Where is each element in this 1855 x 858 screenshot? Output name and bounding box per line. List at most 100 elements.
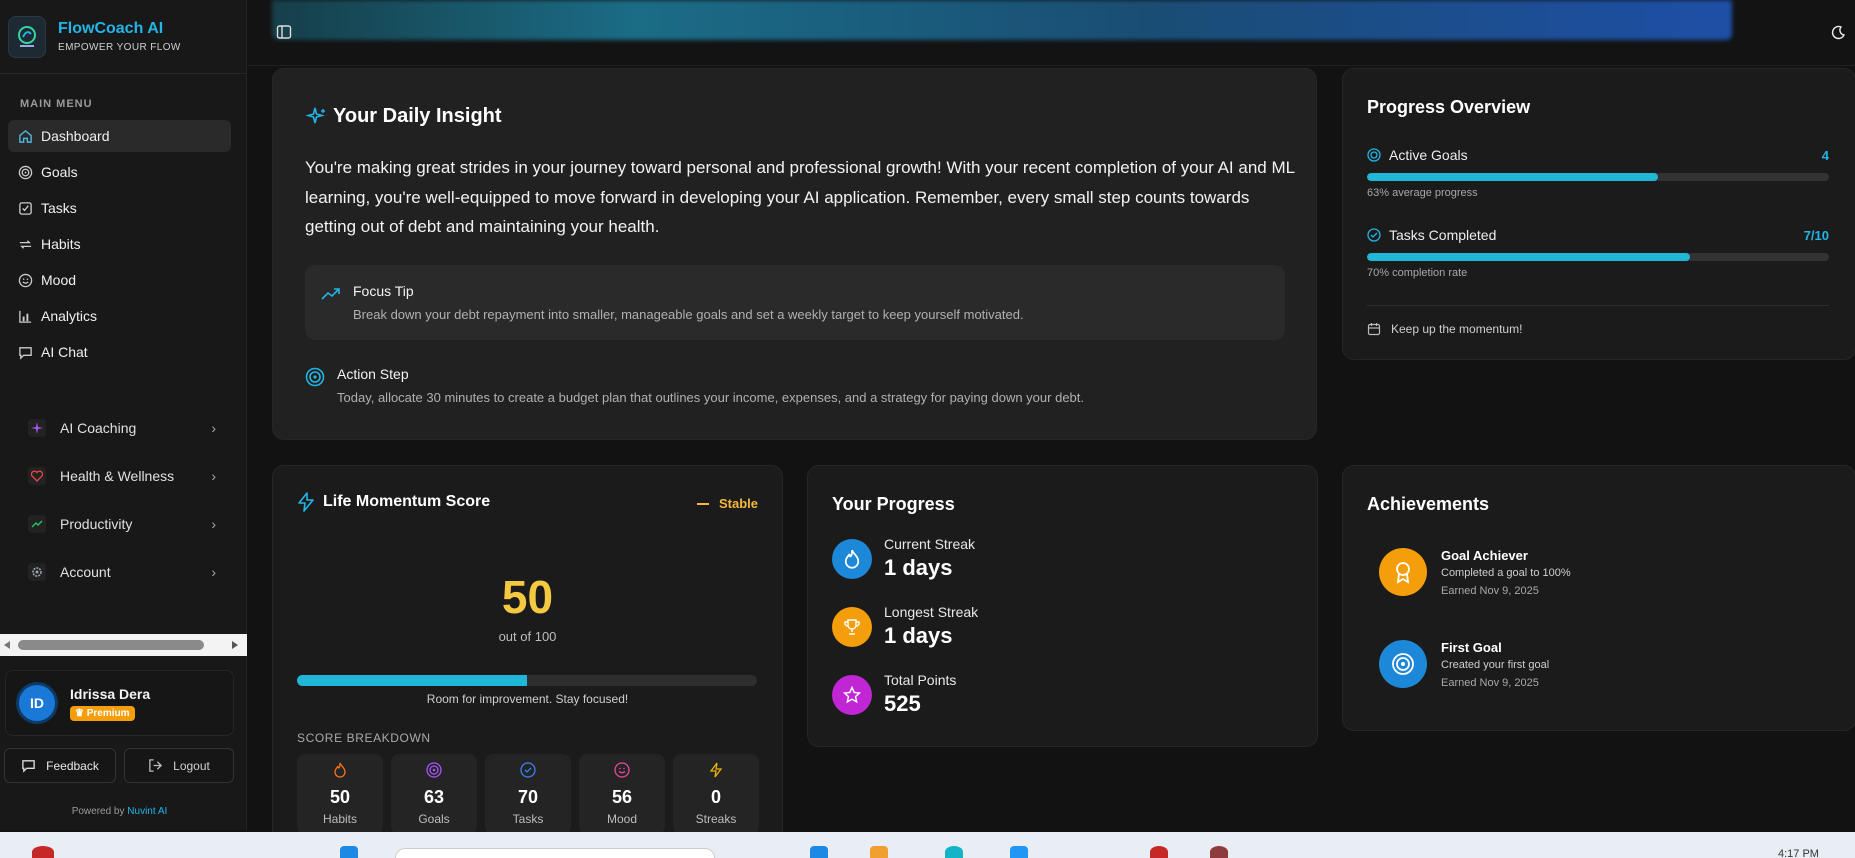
momentum-bar-fill (297, 675, 527, 686)
taskbar-clock: 4:17 PM (1778, 848, 1819, 858)
sidebar-group-ai-coaching[interactable]: AI Coaching › (20, 412, 216, 444)
sidebar-item-habits[interactable]: Habits (8, 228, 231, 260)
scrollbar-thumb[interactable] (18, 640, 204, 650)
tasks-completed-row: Tasks Completed 7/10 70% completion rate (1367, 227, 1829, 279)
chevron-right-icon: › (211, 516, 216, 532)
feedback-button[interactable]: Feedback (4, 748, 116, 783)
momentum-status-label: Stable (718, 496, 758, 511)
sidebar-item-tasks[interactable]: Tasks (8, 192, 231, 224)
taskbar-app-icon[interactable] (340, 846, 358, 858)
momentum-title: Life Momentum Score (323, 493, 491, 510)
sidebar-item-analytics[interactable]: Analytics (8, 300, 231, 332)
sidebar-horizontal-scrollbar[interactable] (0, 634, 247, 656)
stat-value: 1 days (884, 623, 953, 648)
progress-overview-card: Progress Overview Active Goals 4 63% ave… (1342, 68, 1855, 360)
sidebar-item-goals[interactable]: Goals (8, 156, 231, 188)
sparkles-icon (304, 106, 328, 133)
active-goals-value: 4 (1821, 147, 1829, 163)
sidebar-item-label: Habits (41, 236, 81, 252)
sidebar: FlowCoach AI EMPOWER YOUR FLOW MAIN MENU… (0, 0, 247, 830)
powered-link[interactable]: Nuvint AI (127, 806, 167, 817)
smile-icon (17, 272, 33, 288)
target-icon (17, 164, 33, 180)
achievement-earned: Earned Nov 9, 2025 (1441, 677, 1539, 689)
app-title: FlowCoach AI (58, 20, 164, 37)
chevron-right-icon: › (211, 564, 216, 580)
gear-icon (28, 563, 46, 581)
top-banner (272, 0, 1732, 40)
tasks-completed-bar (1367, 253, 1829, 261)
award-icon (1379, 548, 1427, 596)
breakdown-tile-goals: 63 Goals (391, 754, 477, 834)
theme-toggle-button[interactable] (1830, 25, 1846, 46)
user-profile-card[interactable]: ID Idrissa Dera ♛ Premium (5, 670, 234, 736)
breakdown-value: 56 (611, 787, 633, 807)
achievement-desc: Created your first goal (1441, 659, 1550, 671)
momentum-out-of: out of 100 (498, 629, 557, 644)
taskbar-app-icon[interactable] (810, 846, 828, 858)
sidebar-item-mood[interactable]: Mood (8, 264, 231, 296)
daily-insight-card: Your Daily Insight You're making great s… (272, 68, 1317, 440)
breakdown-tile-streaks: 0 Streaks (673, 754, 759, 834)
sidebar-toggle-button[interactable] (276, 24, 292, 45)
stat-value: 525 (884, 691, 921, 716)
user-name: Idrissa Dera (70, 685, 151, 702)
taskbar-app-icon[interactable] (1150, 846, 1168, 858)
taskbar-app-icon[interactable] (945, 846, 963, 858)
premium-badge: ♛ Premium (70, 705, 135, 721)
action-step-title: Action Step (337, 366, 409, 382)
main-nav: Dashboard Goals Tasks Habits Mood Analyt… (8, 120, 231, 372)
app-logo (8, 15, 46, 58)
momentum-footer: Keep up the momentum! (1367, 322, 1522, 336)
taskbar-search[interactable] (395, 848, 715, 858)
your-progress-card: Your Progress Current Streak 1 days Long… (807, 465, 1318, 747)
main-menu-heading: MAIN MENU (20, 98, 93, 110)
logout-button[interactable]: Logout (124, 748, 234, 783)
sidebar-item-ai-chat[interactable]: AI Chat (8, 336, 231, 368)
insight-text: You're making great strides in your jour… (305, 158, 1295, 236)
breakdown-label: Streaks (695, 812, 737, 826)
your-progress-title: Your Progress (832, 494, 955, 514)
sidebar-item-label: Analytics (41, 308, 98, 324)
brand-header[interactable]: FlowCoach AI EMPOWER YOUR FLOW (0, 0, 246, 74)
stat-label: Longest Streak (884, 604, 979, 620)
sidebar-group-health[interactable]: Health & Wellness › (20, 460, 216, 492)
chevron-right-icon: › (211, 420, 216, 436)
sidebar-actions: Feedback Logout (4, 748, 234, 783)
breakdown-tile-mood: 56 Mood (579, 754, 665, 834)
bar-chart-icon (17, 308, 33, 324)
taskbar-app-icon[interactable] (32, 846, 54, 858)
achievement-goal-achiever[interactable]: Goal Achiever Completed a goal to 100% E… (1379, 548, 1571, 597)
active-goals-label: Active Goals (1389, 147, 1468, 163)
app-subtitle: EMPOWER YOUR FLOW (58, 42, 181, 53)
feedback-label: Feedback (46, 758, 99, 773)
target-icon (426, 762, 442, 778)
breakdown-value: 63 (423, 787, 445, 807)
taskbar-app-icon[interactable] (870, 846, 888, 858)
moon-icon (1831, 25, 1846, 40)
scroll-left-icon[interactable] (2, 640, 12, 650)
breakdown-value: 70 (517, 787, 539, 807)
checkbox-icon (17, 200, 33, 216)
sidebar-group-account[interactable]: Account › (20, 556, 216, 588)
momentum-status: Stable (696, 496, 758, 511)
taskbar-app-icon[interactable] (1010, 846, 1028, 858)
sidebar-item-label: Goals (41, 164, 78, 180)
sidebar-item-label: Tasks (41, 200, 77, 216)
focus-tip-text: Break down your debt repayment into smal… (353, 307, 1024, 322)
tasks-completed-label: Tasks Completed (1389, 227, 1497, 243)
life-momentum-card: Life Momentum Score Stable 50 out of 100… (272, 465, 783, 845)
stat-label: Total Points (884, 672, 957, 688)
breakdown-label: Tasks (512, 812, 544, 826)
breakdown-label: Habits (322, 812, 357, 826)
scroll-right-icon[interactable] (230, 640, 240, 650)
taskbar-app-icon[interactable] (1210, 846, 1228, 858)
achievement-first-goal[interactable]: First Goal Created your first goal Earne… (1379, 640, 1549, 689)
check-circle-icon (520, 762, 536, 778)
sidebar-item-dashboard[interactable]: Dashboard (8, 120, 231, 152)
score-breakdown-heading: SCORE BREAKDOWN (297, 731, 431, 745)
chat-icon (22, 760, 35, 773)
target-icon (1367, 148, 1381, 162)
progress-overview-title: Progress Overview (1367, 97, 1531, 117)
sidebar-group-productivity[interactable]: Productivity › (20, 508, 216, 540)
